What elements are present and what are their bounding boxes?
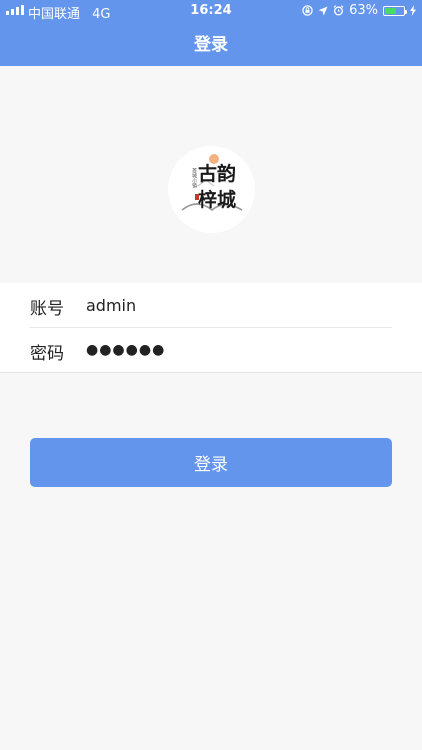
location-arrow-icon [318, 6, 328, 15]
header-bar: 中国联通 4G 16:24 63% 登录 [0, 0, 422, 66]
screen-lock-icon [302, 5, 313, 16]
login-button[interactable]: 登录 [30, 438, 392, 487]
battery-cap [405, 9, 407, 14]
login-form: 账号 密码 [0, 283, 422, 373]
logo-artwork: 古韵 梓城 首城小镇 [181, 154, 243, 212]
password-row: 密码 [30, 328, 392, 372]
app-logo: 古韵 梓城 首城小镇 [168, 146, 255, 233]
account-label: 账号 [30, 299, 64, 319]
logo-side-text: 首城小镇 [191, 167, 197, 189]
battery-fill [385, 7, 397, 14]
status-bar: 中国联通 4G 16:24 63% [0, 0, 422, 22]
charging-bolt-icon [410, 5, 416, 16]
status-right: 63% [302, 3, 416, 18]
account-row: 账号 [30, 283, 392, 328]
logo-main-text-bottom: 梓城 [198, 188, 236, 211]
alarm-icon [333, 5, 344, 16]
password-input[interactable] [86, 336, 386, 364]
password-label: 密码 [30, 344, 64, 364]
page-title: 登录 [194, 35, 228, 55]
battery-icon [383, 5, 407, 16]
battery-percent: 63% [349, 3, 378, 18]
logo-main-text-top: 古韵 [198, 162, 236, 185]
account-input[interactable] [86, 291, 386, 319]
logo-seal-icon [195, 194, 199, 200]
